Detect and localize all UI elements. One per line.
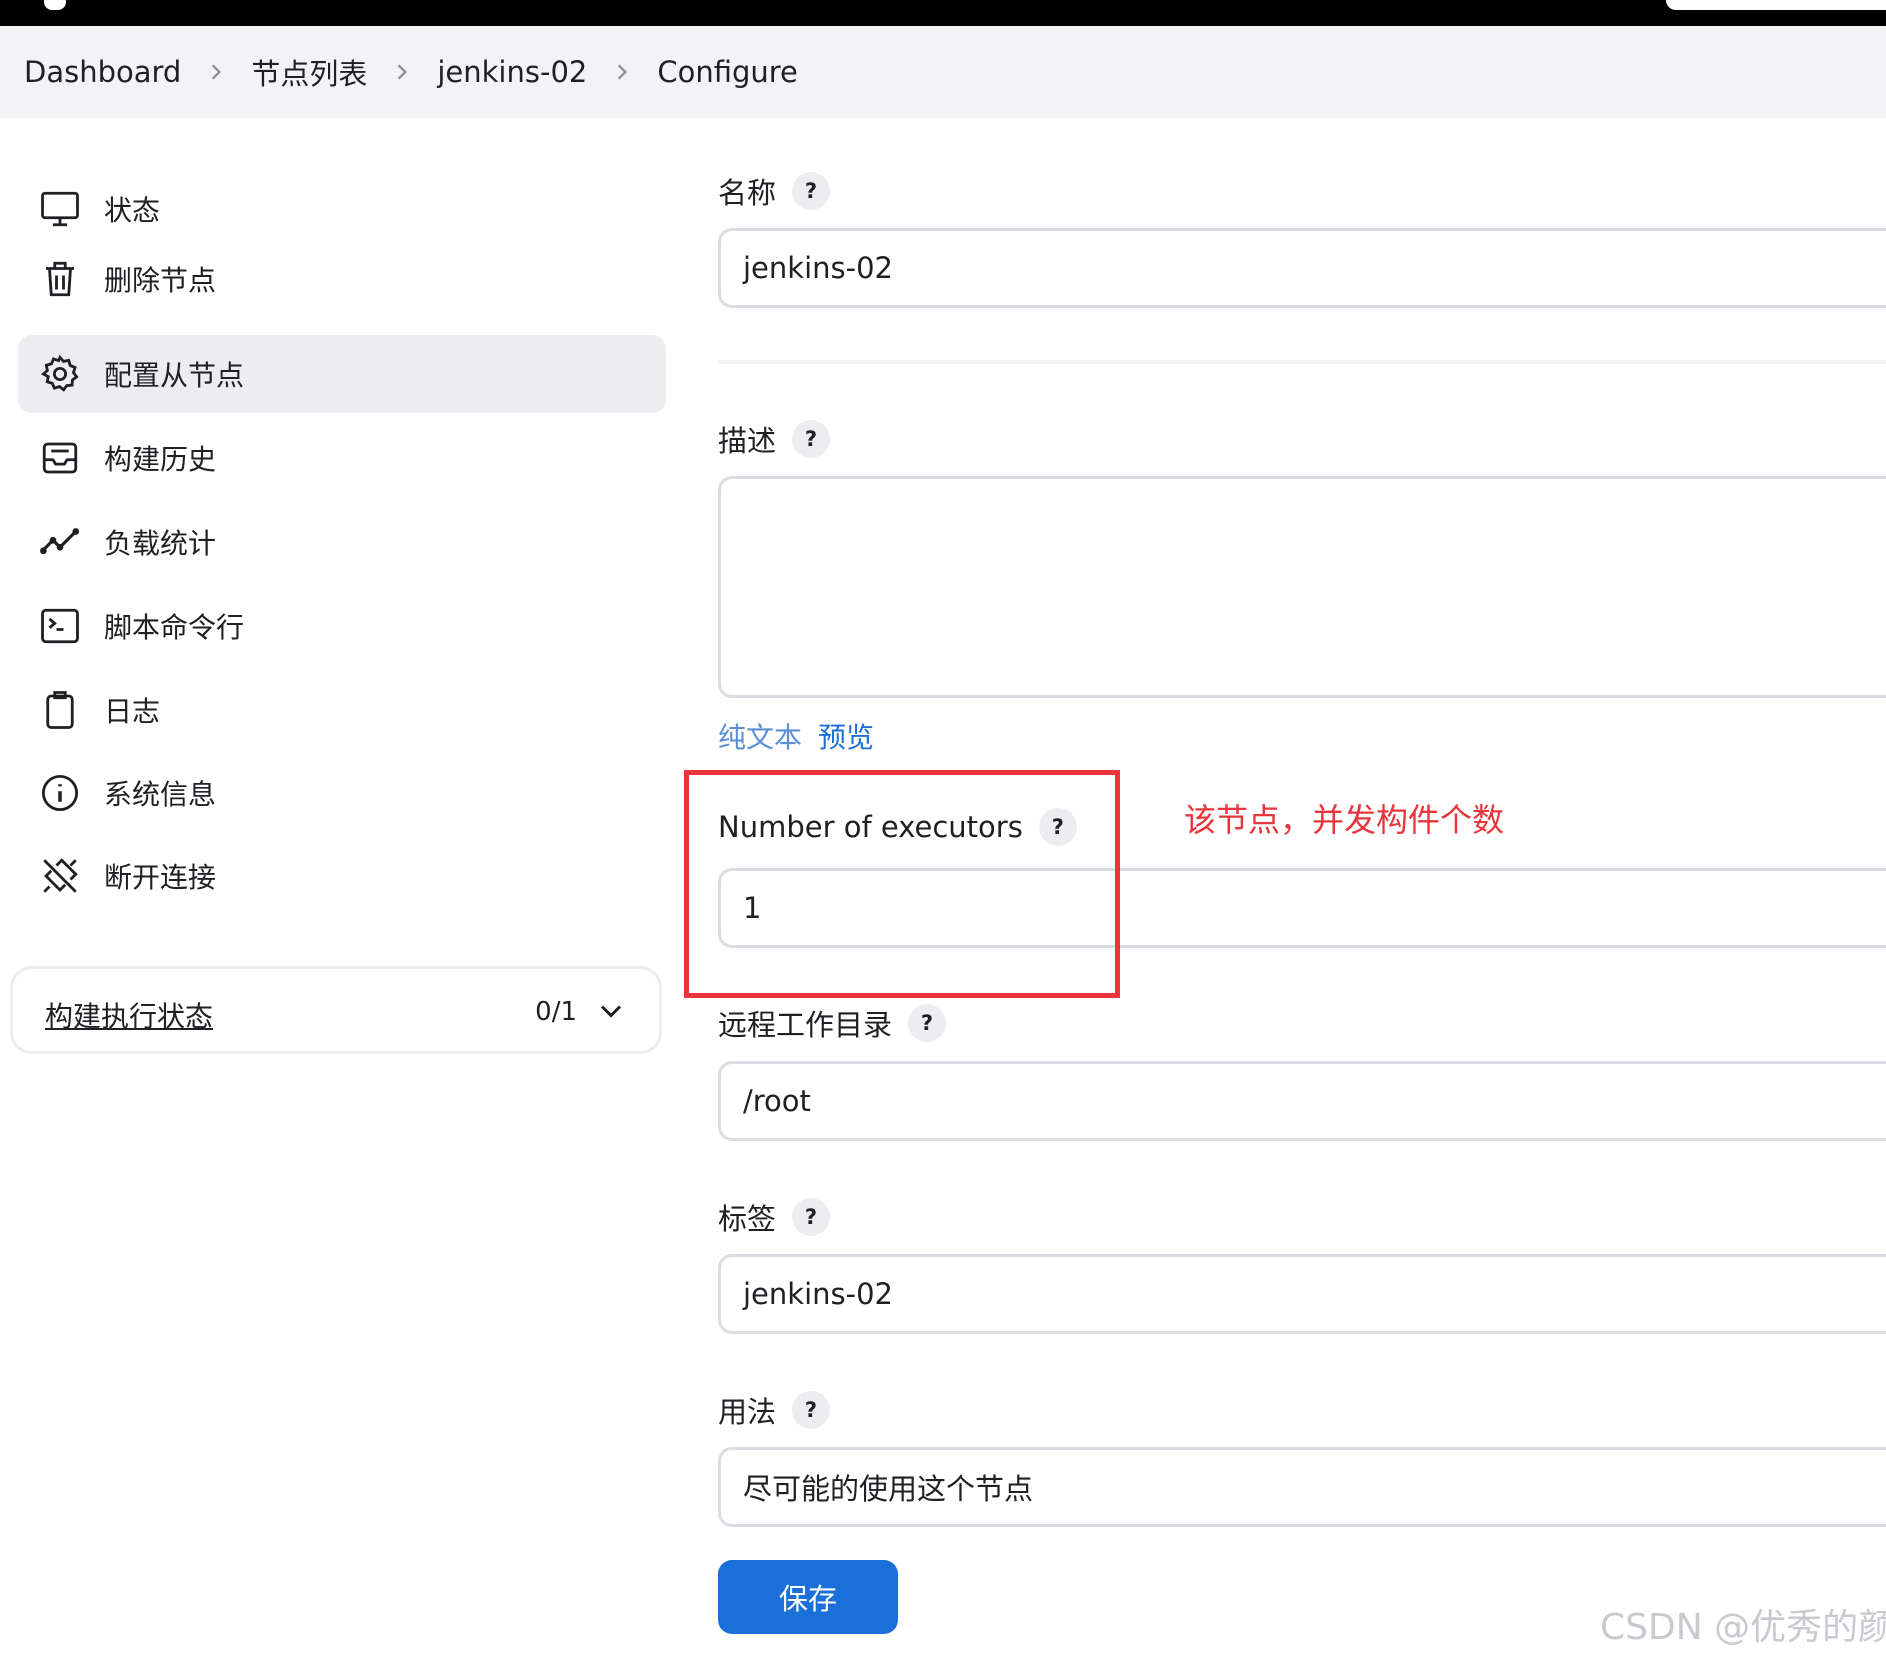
usage-label-text: 用法 bbox=[718, 1395, 777, 1429]
chevron-right-icon bbox=[205, 61, 227, 83]
help-icon[interactable]: ? bbox=[792, 1391, 831, 1429]
usage-select[interactable]: 尽可能的使用这个节点 bbox=[718, 1447, 1886, 1527]
sidebar-item-label: 删除节点 bbox=[104, 264, 217, 297]
breadcrumb-node-list[interactable]: 节点列表 bbox=[227, 51, 367, 93]
executor-count: 0/1 bbox=[535, 997, 577, 1027]
sidebar-item-load-stats[interactable]: 负载统计 bbox=[18, 503, 666, 581]
labels-label-text: 标签 bbox=[718, 1202, 777, 1236]
sidebar-item-label: 断开连接 bbox=[104, 861, 217, 894]
sidebar-item-label: 状态 bbox=[104, 194, 161, 227]
plain-text-link[interactable]: 纯文本 bbox=[718, 716, 802, 756]
text-format-links: 纯文本 预览 bbox=[718, 716, 874, 756]
help-icon[interactable]: ? bbox=[908, 1004, 947, 1042]
sidebar-item-label: 系统信息 bbox=[104, 778, 217, 811]
sidebar-item-build-history[interactable]: 构建历史 bbox=[18, 419, 666, 497]
help-icon[interactable]: ? bbox=[792, 172, 831, 210]
sidebar-item-status[interactable]: 状态 bbox=[18, 170, 666, 248]
description-label: 描述 ? bbox=[718, 418, 831, 460]
save-button[interactable]: 保存 bbox=[718, 1560, 898, 1634]
usage-label: 用法 ? bbox=[718, 1389, 831, 1431]
name-input[interactable]: jenkins-02 bbox=[718, 228, 1886, 308]
top-header-bar bbox=[0, 0, 1886, 26]
sidebar-item-delete-node[interactable]: 删除节点 bbox=[18, 240, 666, 318]
section-divider bbox=[718, 360, 1886, 364]
chevron-right-icon bbox=[391, 61, 413, 83]
labels-input[interactable]: jenkins-02 bbox=[718, 1254, 1886, 1334]
monitor-icon bbox=[38, 187, 82, 231]
executor-status-panel: 构建执行状态 0/1 bbox=[10, 966, 662, 1054]
name-label-text: 名称 bbox=[718, 176, 777, 210]
search-box[interactable] bbox=[1666, 0, 1886, 10]
info-icon bbox=[38, 771, 82, 815]
sidebar-item-label: 负载统计 bbox=[104, 527, 217, 560]
jenkins-logo[interactable] bbox=[44, 0, 66, 10]
sidebar-item-configure[interactable]: 配置从节点 bbox=[18, 335, 666, 413]
executor-status-link[interactable]: 构建执行状态 bbox=[45, 995, 213, 1035]
breadcrumb: Dashboard 节点列表 jenkins-02 Configure bbox=[0, 26, 1886, 118]
sidebar-item-label: 配置从节点 bbox=[104, 359, 245, 392]
annotation-highlight-box bbox=[684, 770, 1120, 998]
chevron-down-icon[interactable] bbox=[599, 999, 623, 1023]
clipboard-icon bbox=[38, 688, 82, 732]
chevron-right-icon bbox=[611, 61, 633, 83]
sidebar-item-label: 脚本命令行 bbox=[104, 611, 245, 644]
help-icon[interactable]: ? bbox=[792, 1198, 831, 1236]
sidebar-item-disconnect[interactable]: 断开连接 bbox=[18, 837, 666, 915]
labels-label: 标签 ? bbox=[718, 1196, 831, 1238]
description-textarea[interactable] bbox=[718, 476, 1886, 698]
sidebar-item-label: 构建历史 bbox=[104, 443, 217, 476]
gear-icon bbox=[38, 352, 82, 396]
trend-chart-icon bbox=[38, 520, 82, 564]
preview-link[interactable]: 预览 bbox=[818, 716, 874, 756]
remote-dir-input[interactable]: /root bbox=[718, 1061, 1886, 1141]
inbox-icon bbox=[38, 436, 82, 480]
watermark: CSDN @优秀的颜 bbox=[1600, 1607, 1886, 1648]
remote-dir-label: 远程工作目录 ? bbox=[718, 1002, 947, 1044]
sidebar-item-log[interactable]: 日志 bbox=[18, 671, 666, 749]
breadcrumb-node[interactable]: jenkins-02 bbox=[413, 55, 587, 89]
breadcrumb-configure: Configure bbox=[657, 55, 798, 89]
terminal-icon bbox=[38, 604, 82, 648]
sidebar-item-label: 日志 bbox=[104, 695, 161, 728]
disconnect-icon bbox=[38, 854, 82, 898]
sidebar-item-system-info[interactable]: 系统信息 bbox=[18, 754, 666, 832]
name-label: 名称 ? bbox=[718, 170, 831, 212]
remote-dir-label-text: 远程工作目录 bbox=[718, 1008, 893, 1042]
breadcrumb-dashboard[interactable]: Dashboard bbox=[0, 55, 181, 89]
help-icon[interactable]: ? bbox=[792, 420, 831, 458]
sidebar-item-script-console[interactable]: 脚本命令行 bbox=[18, 587, 666, 665]
trash-icon bbox=[38, 257, 82, 301]
description-label-text: 描述 bbox=[718, 424, 777, 458]
annotation-text: 该节点，并发构件个数 bbox=[1184, 801, 1505, 839]
